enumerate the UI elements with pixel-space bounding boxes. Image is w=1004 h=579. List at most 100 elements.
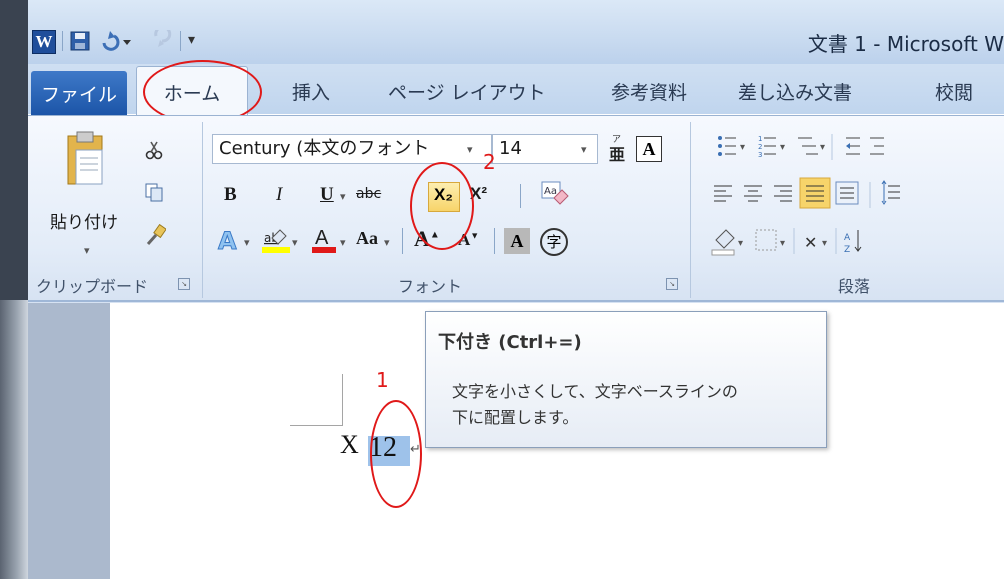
sort-icon: AZ xyxy=(844,230,862,255)
annotation-oval-subscript xyxy=(410,162,474,250)
phonetic-guide-icon[interactable]: ア亜 xyxy=(606,132,628,164)
svg-text:2: 2 xyxy=(758,143,762,151)
cut-icon[interactable] xyxy=(144,140,164,160)
customize-qat-icon[interactable]: ▾ xyxy=(188,32,195,48)
paragraph-group-label: 段落 xyxy=(838,277,871,296)
font-name-dropdown-icon[interactable]: ▾ xyxy=(467,143,473,156)
paragraph-row-2 xyxy=(698,176,1004,216)
align-center-icon xyxy=(744,185,762,202)
character-shading-button[interactable]: A xyxy=(504,228,530,254)
tab-references[interactable]: 参考資料 xyxy=(611,78,687,105)
save-icon[interactable] xyxy=(70,31,90,51)
line-spacing-icon xyxy=(881,180,900,205)
character-border-icon[interactable]: A xyxy=(636,136,662,162)
font-name-value: Century (本文のフォント xyxy=(219,138,430,159)
clipboard-group-label: クリップボード xyxy=(36,277,149,296)
qat-divider xyxy=(62,31,63,51)
asian-layout-icon: ✕ ▾ xyxy=(804,233,827,252)
font-divider xyxy=(520,184,521,208)
tab-mailings[interactable]: 差し込み文書 xyxy=(738,78,852,105)
copy-icon[interactable] xyxy=(144,182,164,202)
redo-icon[interactable] xyxy=(140,25,174,52)
svg-text:A: A xyxy=(844,233,851,243)
decrease-indent-icon xyxy=(846,137,860,155)
underline-dropdown-icon[interactable]: ▾ xyxy=(340,190,346,203)
svg-text:ア: ア xyxy=(612,135,621,145)
font-divider-3 xyxy=(494,228,495,254)
svg-text:▾: ▾ xyxy=(738,238,743,249)
svg-text:A: A xyxy=(315,227,329,249)
svg-text:3: 3 xyxy=(758,151,762,159)
group-divider xyxy=(202,122,203,298)
align-right-icon xyxy=(774,185,792,202)
shading-icon: ▾ xyxy=(711,229,743,256)
paragraph-row-3: ▾ ▾ ✕ ▾ AZ xyxy=(698,222,1004,262)
tooltip: 下付き (Ctrl+=) 文字を小さくして、文字ベースラインの 下に配置します。 xyxy=(425,311,827,448)
annotation-number-2: 2 xyxy=(483,150,496,174)
font-color-dropdown-icon[interactable]: ▾ xyxy=(340,236,346,249)
margin-guide-h xyxy=(290,425,342,426)
window-title: 文書 1 - Microsoft W xyxy=(807,32,1004,56)
paragraph-row-1: ▾ 1 2 3 ▾ ▾ xyxy=(698,128,1004,168)
annotation-oval-selection xyxy=(370,400,422,508)
change-case-button[interactable]: Aa xyxy=(356,228,378,249)
tooltip-line-1: 文字を小さくして、文字ベースラインの xyxy=(452,382,738,401)
svg-text:Z: Z xyxy=(844,245,850,255)
tooltip-line-2: 下に配置します。 xyxy=(452,408,579,427)
clipboard-launcher-icon[interactable]: ↘ xyxy=(178,278,190,290)
undo-icon[interactable] xyxy=(98,30,134,52)
font-launcher-icon[interactable]: ↘ xyxy=(666,278,678,290)
left-desktop-strip-lower xyxy=(0,300,28,579)
tab-file[interactable]: ファイル xyxy=(31,71,127,115)
text-effects-icon[interactable]: A xyxy=(216,226,244,256)
distributed-icon xyxy=(835,181,859,205)
svg-text:Aa: Aa xyxy=(544,186,557,197)
enclose-characters-button[interactable]: 字 xyxy=(540,228,568,256)
tab-review[interactable]: 校閲 xyxy=(935,78,973,105)
svg-text:✕: ✕ xyxy=(804,233,817,252)
format-painter-icon[interactable] xyxy=(144,223,167,246)
italic-button[interactable]: I xyxy=(276,184,282,206)
tab-insert[interactable]: 挿入 xyxy=(292,78,330,105)
svg-text:▾: ▾ xyxy=(780,142,785,153)
word-logo-icon[interactable]: W xyxy=(32,30,56,54)
paste-dropdown-icon[interactable]: ▾ xyxy=(84,244,90,257)
ribbon-bottom-edge xyxy=(28,300,1004,302)
svg-text:▾: ▾ xyxy=(740,142,745,153)
paste-button[interactable]: 貼り付け xyxy=(50,208,118,233)
change-case-dropdown-icon[interactable]: ▾ xyxy=(384,236,390,249)
underline-button[interactable]: U xyxy=(320,184,334,206)
svg-text:▾: ▾ xyxy=(780,238,785,249)
document-text-base[interactable]: X xyxy=(340,430,359,460)
tab-page-layout[interactable]: ページ レイアウト xyxy=(388,78,546,105)
font-color-icon[interactable]: A xyxy=(310,224,338,254)
font-size-value: 14 xyxy=(499,138,522,159)
highlight-dropdown-icon[interactable]: ▾ xyxy=(292,236,298,249)
paste-icon[interactable] xyxy=(64,130,108,192)
svg-text:A: A xyxy=(218,227,237,254)
bullets-icon: ▾ xyxy=(718,136,745,156)
svg-text:亜: 亜 xyxy=(609,145,625,164)
group-divider-2 xyxy=(690,122,691,298)
svg-text:▾: ▾ xyxy=(822,238,827,249)
clear-formatting-icon[interactable]: Aa xyxy=(538,180,570,210)
font-divider-2 xyxy=(402,228,403,254)
strikethrough-button[interactable]: abc xyxy=(356,186,381,202)
margin-guide-v xyxy=(342,374,343,426)
font-name-combobox[interactable]: Century (本文のフォント xyxy=(212,134,492,164)
align-left-icon xyxy=(714,185,732,202)
svg-text:▾: ▾ xyxy=(820,142,825,153)
text-effects-dropdown-icon[interactable]: ▾ xyxy=(244,236,250,249)
numbering-icon: 123 ▾ xyxy=(758,135,785,159)
increase-indent-icon xyxy=(870,137,884,155)
font-group-label: フォント xyxy=(398,277,463,296)
tooltip-title: 下付き (Ctrl+=) xyxy=(438,332,582,353)
qat-divider-2 xyxy=(180,31,181,51)
bold-button[interactable]: B xyxy=(224,184,237,206)
multilevel-list-icon: ▾ xyxy=(798,137,825,155)
font-size-dropdown-icon[interactable]: ▾ xyxy=(581,143,587,156)
svg-text:1: 1 xyxy=(758,135,762,143)
highlight-color-icon[interactable]: ab xyxy=(262,226,290,254)
annotation-number-1: 1 xyxy=(376,368,389,392)
borders-icon: ▾ xyxy=(755,229,785,251)
